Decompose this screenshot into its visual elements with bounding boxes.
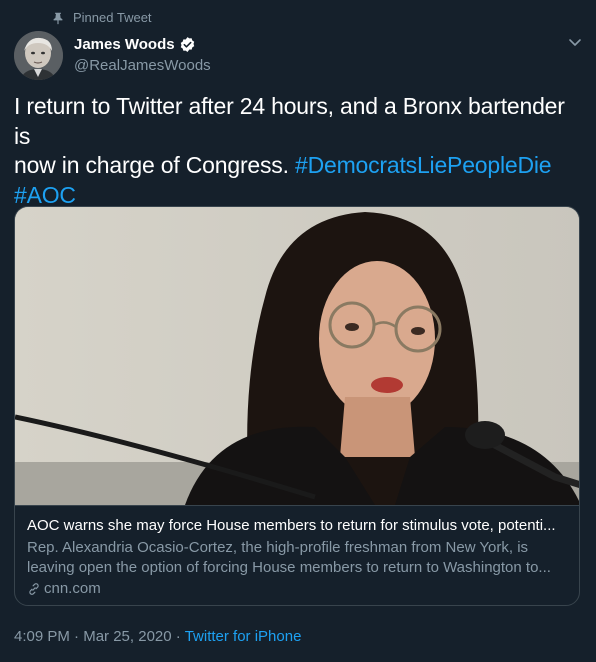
avatar[interactable]	[14, 31, 63, 80]
link-card[interactable]: AOC warns she may force House members to…	[14, 206, 580, 606]
card-image[interactable]	[15, 207, 579, 505]
verified-badge-icon	[180, 37, 194, 52]
tweet-time[interactable]: 4:09 PM	[14, 628, 70, 645]
author-name[interactable]: James Woods	[74, 36, 175, 53]
author-handle[interactable]: @RealJamesWoods	[74, 57, 211, 74]
pin-icon	[53, 12, 63, 24]
card-domain[interactable]: cnn.com	[27, 579, 567, 599]
card-domain-text[interactable]: cnn.com	[44, 579, 101, 599]
card-body[interactable]: AOC warns she may force House members to…	[15, 505, 579, 599]
tweet-text: I return to Twitter after 24 hours, and …	[14, 92, 584, 210]
chevron-down-icon[interactable]	[568, 38, 582, 48]
pinned-label: Pinned Tweet	[73, 10, 152, 25]
tweet-text-line-2: now in charge of Congress.	[14, 152, 295, 178]
card-description-line-1: Rep. Alexandria Ocasio-Cortez, the high-…	[27, 539, 529, 556]
hashtag-aoc[interactable]: #AOC	[14, 182, 76, 208]
meta-separator-2: ·	[175, 628, 181, 645]
card-title[interactable]: AOC warns she may force House members to…	[27, 516, 567, 536]
tweet-date[interactable]: Mar 25, 2020	[83, 628, 171, 645]
pinned-indicator: Pinned Tweet	[51, 10, 152, 25]
card-description-line-2: leaving open the option of forcing House…	[27, 559, 551, 576]
author-name-row[interactable]: James Woods	[74, 36, 196, 53]
link-icon	[29, 583, 39, 595]
tweet-text-line-1: I return to Twitter after 24 hours, and …	[14, 93, 565, 149]
hashtag-democratslie[interactable]: #DemocratsLiePeopleDie	[295, 152, 552, 178]
meta-separator: ·	[74, 628, 80, 645]
card-description: Rep. Alexandria Ocasio-Cortez, the high-…	[27, 538, 567, 578]
tweet-source[interactable]: Twitter for iPhone	[185, 628, 302, 645]
tweet-meta: 4:09 PM · Mar 25, 2020 · Twitter for iPh…	[14, 628, 301, 645]
